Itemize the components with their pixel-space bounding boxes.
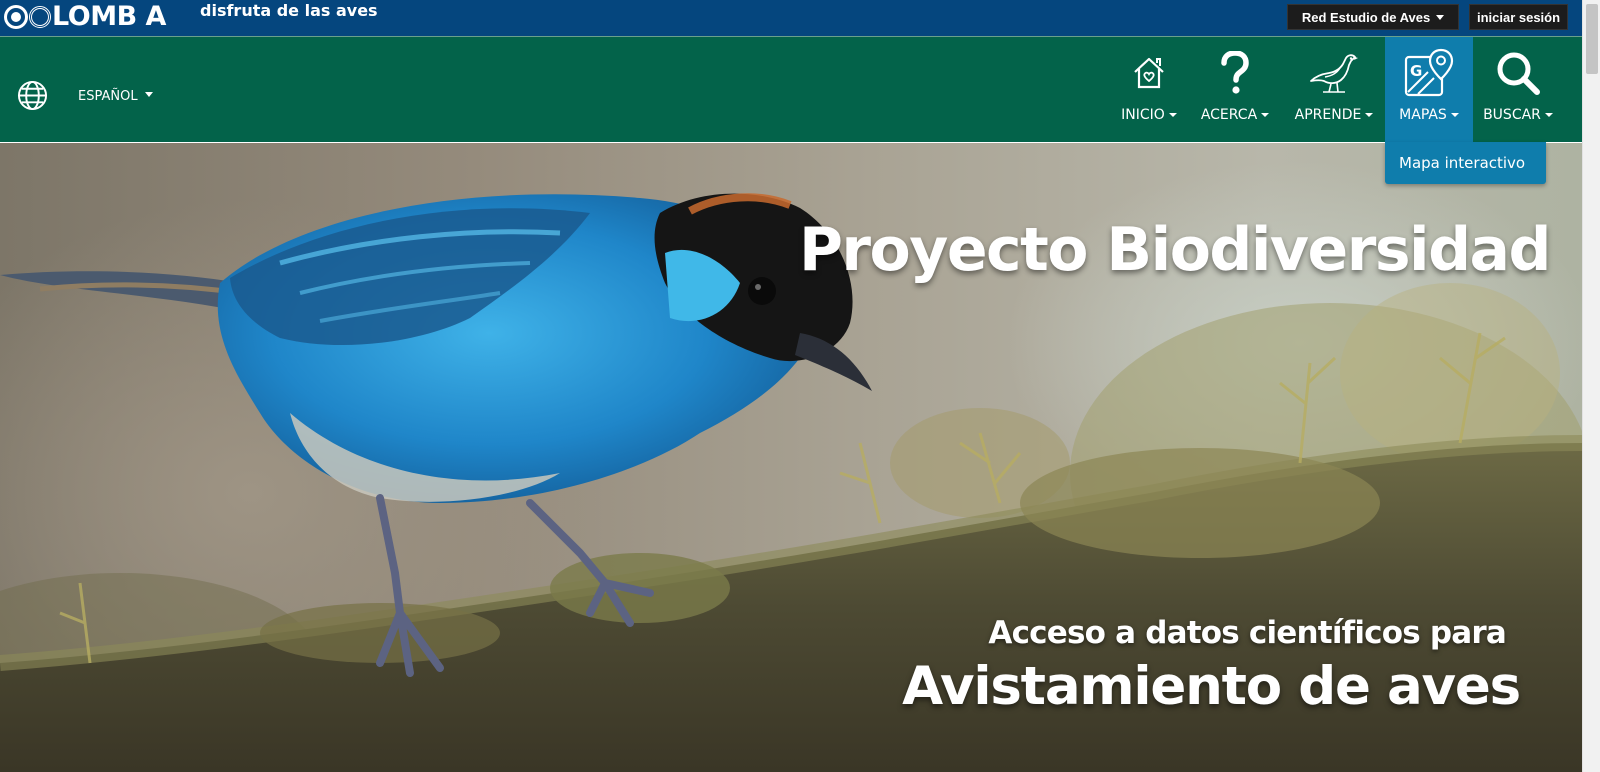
- chevron-down-icon: [1365, 113, 1374, 117]
- logo-text: LOMB A: [52, 1, 166, 32]
- language-selector[interactable]: ESPAÑOL: [78, 89, 138, 104]
- hero-banner: Proyecto Biodiversidad Acceso a datos ci…: [0, 143, 1582, 772]
- nav-label-aprende: APRENDE: [1294, 107, 1362, 123]
- hero-headline: Avistamiento de aves: [902, 656, 1521, 717]
- menu-item-mapa-interactivo[interactable]: Mapa interactivo: [1399, 154, 1525, 172]
- nav-item-inicio[interactable]: INICIO: [1118, 37, 1180, 143]
- nav-label-acerca: ACERCA: [1200, 107, 1258, 123]
- main-navigation: ESPAÑOL INICIO ACERCA APRENDE G MAPAS BU…: [0, 36, 1582, 143]
- chevron-down-icon: [1436, 14, 1445, 20]
- svg-text:G: G: [1410, 62, 1422, 80]
- scrollbar-thumb[interactable]: [1586, 4, 1598, 74]
- page-scrollbar[interactable]: [1582, 0, 1600, 772]
- question-mark-icon: [1221, 51, 1249, 94]
- chevron-down-icon: [1544, 113, 1553, 117]
- search-icon: [1497, 52, 1540, 95]
- map-pin-icon: G: [1404, 48, 1454, 97]
- red-estudio-dropdown-button[interactable]: Red Estudio de Aves: [1287, 4, 1459, 30]
- nav-label-buscar: BUSCAR: [1483, 107, 1541, 123]
- red-estudio-label: Red Estudio de Aves: [1301, 9, 1431, 25]
- mapas-dropdown-menu: Mapa interactivo: [1385, 142, 1546, 184]
- nav-item-buscar[interactable]: BUSCAR: [1480, 37, 1556, 143]
- chevron-down-icon: [1450, 113, 1459, 117]
- bird-icon: [1310, 54, 1358, 93]
- login-label: iniciar sesión: [1476, 9, 1561, 25]
- site-logo[interactable]: LOMB A: [4, 2, 166, 32]
- top-bar: LOMB A disfruta de las aves Red Estudio …: [0, 0, 1582, 36]
- logo-ring-mark: [29, 6, 51, 28]
- house-heart-icon: [1134, 57, 1164, 89]
- logo-globe-mark: [4, 5, 28, 29]
- globe-icon[interactable]: [17, 80, 48, 111]
- nav-item-aprende[interactable]: APRENDE: [1292, 37, 1376, 143]
- hero-subtitle: Acceso a datos científicos para: [988, 615, 1506, 651]
- nav-label-mapas: MAPAS: [1399, 107, 1447, 123]
- chevron-down-icon[interactable]: [145, 92, 153, 97]
- chevron-down-icon: [1168, 113, 1177, 117]
- chevron-down-icon: [1261, 113, 1270, 117]
- site-tagline: disfruta de las aves: [200, 1, 378, 20]
- nav-label-inicio: INICIO: [1121, 107, 1165, 123]
- nav-item-acerca[interactable]: ACERCA: [1198, 37, 1272, 143]
- login-button[interactable]: iniciar sesión: [1469, 4, 1568, 30]
- nav-item-mapas[interactable]: G MAPAS: [1385, 37, 1473, 143]
- hero-title: Proyecto Biodiversidad: [798, 215, 1552, 285]
